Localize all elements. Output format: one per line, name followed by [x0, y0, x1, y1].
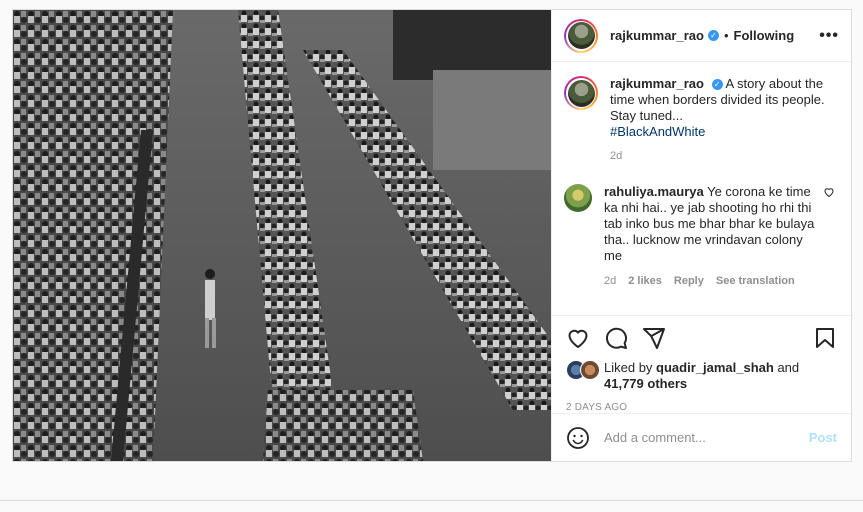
instagram-post: rajkummar_rao ✓ • Following ••• rajkumma…: [12, 9, 852, 462]
following-button[interactable]: Following: [734, 28, 795, 43]
share-icon[interactable]: [642, 326, 666, 350]
comment-age[interactable]: 2d: [604, 273, 616, 289]
add-comment-bar: Post: [552, 413, 851, 461]
liked-by-others[interactable]: 41,779 others: [604, 376, 687, 391]
post-photo[interactable]: [13, 10, 551, 461]
comment-likes[interactable]: 2 likes: [628, 273, 662, 289]
see-translation-button[interactable]: See translation: [716, 273, 795, 289]
add-comment-input[interactable]: [602, 429, 809, 446]
comment-icon[interactable]: [604, 326, 628, 350]
comment-item: rahuliya.maurya Ye corona ke time ka nhi…: [564, 184, 835, 289]
more-options-icon[interactable]: •••: [819, 27, 839, 45]
verified-badge-icon: ✓: [711, 79, 723, 91]
author-avatar[interactable]: [564, 18, 598, 53]
hashtag-link[interactable]: #BlackAndWhite: [610, 124, 835, 140]
post-sidebar: rajkummar_rao ✓ • Following ••• rajkumma…: [551, 10, 851, 461]
emoji-icon[interactable]: [566, 426, 590, 450]
post-comment-button[interactable]: Post: [809, 430, 837, 445]
separator: •: [723, 28, 729, 43]
reply-button[interactable]: Reply: [674, 273, 704, 289]
likes-summary: Liked by quadir_jamal_shah and 41,779 ot…: [552, 360, 851, 392]
liked-by-prefix: Liked by: [604, 360, 653, 375]
verified-badge-icon: ✓: [707, 30, 719, 41]
action-bar: [552, 316, 851, 360]
comment-meta: 2d 2 likes Reply See translation: [604, 273, 815, 289]
caption-avatar[interactable]: [564, 76, 598, 110]
caption-age[interactable]: 2d: [610, 148, 835, 164]
bookmark-icon[interactable]: [813, 326, 837, 350]
liked-by-and: and: [777, 360, 800, 375]
commenter-avatar[interactable]: [564, 184, 592, 212]
post-date[interactable]: 2 DAYS AGO: [552, 392, 851, 413]
post-header: rajkummar_rao ✓ • Following •••: [552, 10, 851, 62]
caption-username[interactable]: rajkummar_rao: [610, 76, 704, 91]
commenter-username[interactable]: rahuliya.maurya: [604, 184, 704, 199]
post-photo-image: [13, 10, 551, 461]
comment-heart-icon[interactable]: [823, 186, 835, 198]
caption: rajkummar_rao ✓ A story about the time w…: [564, 76, 835, 164]
liked-by-user[interactable]: quadir_jamal_shah: [656, 360, 774, 375]
author-username[interactable]: rajkummar_rao: [610, 28, 704, 43]
heart-icon[interactable]: [566, 326, 590, 350]
page-divider: [0, 500, 863, 501]
comments-section: rajkummar_rao ✓ A story about the time w…: [552, 62, 851, 316]
liker-avatars[interactable]: [566, 360, 600, 380]
